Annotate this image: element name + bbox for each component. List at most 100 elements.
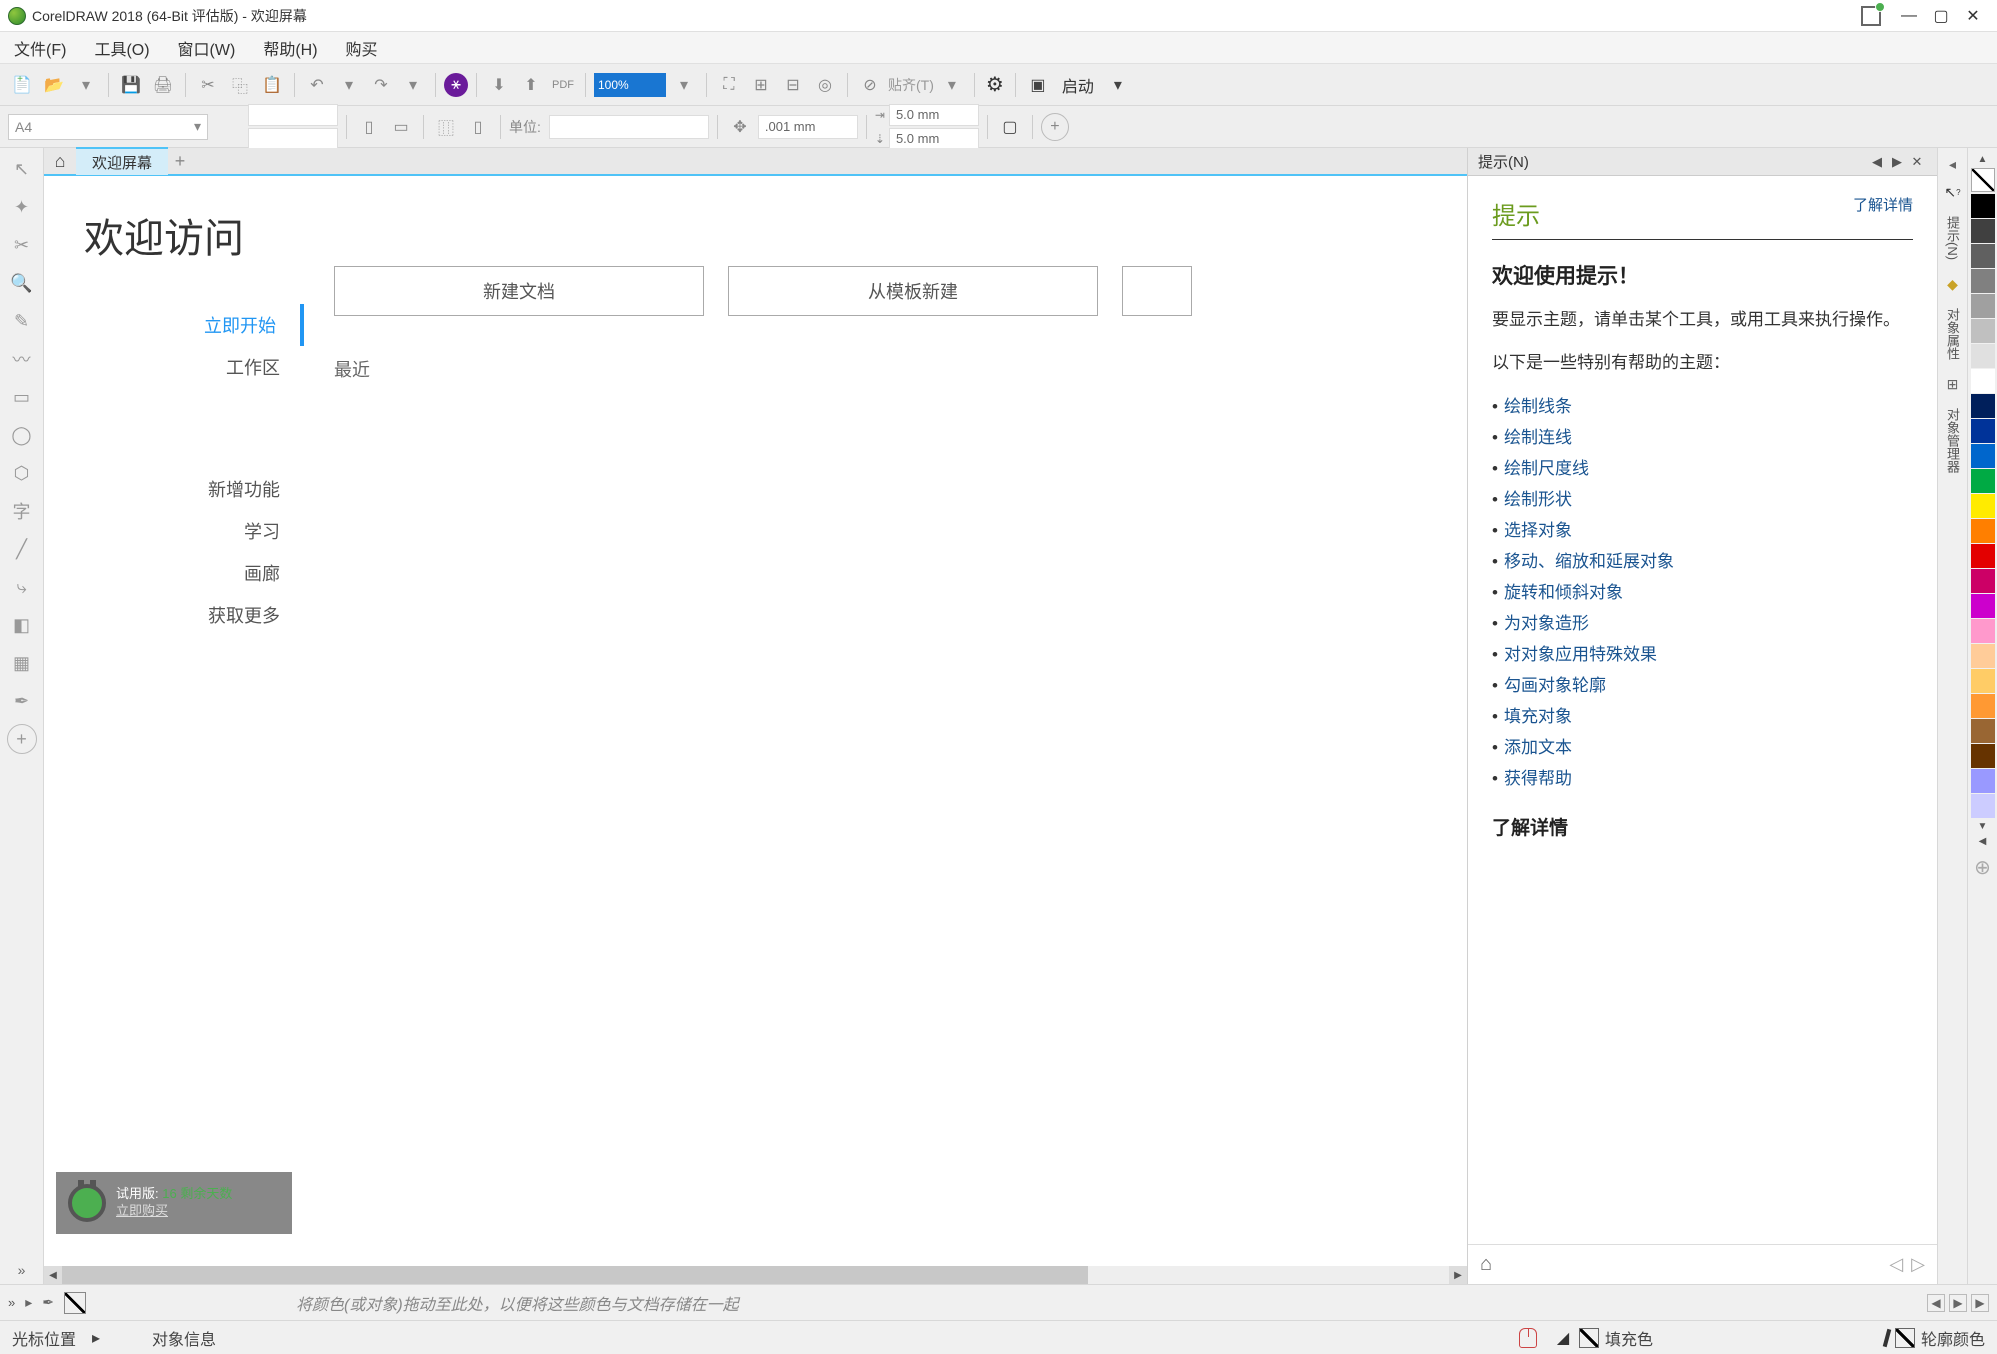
menu-buy[interactable]: 购买 [340, 32, 384, 64]
undo-icon[interactable]: ↶ [303, 71, 331, 99]
third-action-button[interactable] [1122, 266, 1192, 316]
copy-icon[interactable]: ⿻ [226, 71, 254, 99]
hints-link[interactable]: 勾画对象轮廓 [1492, 671, 1913, 696]
open-dropdown-icon[interactable]: ▾ [72, 71, 100, 99]
palette-down-icon[interactable]: ▼ [1978, 821, 1988, 832]
undo-dropdown-icon[interactable]: ▾ [335, 71, 363, 99]
print-icon[interactable]: 🖨 [149, 71, 177, 99]
hints-link[interactable]: 对对象应用特殊效果 [1492, 640, 1913, 665]
palette-swatch[interactable] [1971, 319, 1995, 343]
palette-swatch[interactable] [1971, 769, 1995, 793]
redo-dropdown-icon[interactable]: ▾ [399, 71, 427, 99]
cut-icon[interactable]: ✂ [194, 71, 222, 99]
docpalette-nofill-icon[interactable] [64, 1292, 86, 1314]
menu-window[interactable]: 窗口(W) [172, 32, 242, 64]
status-fill[interactable]: ◢ 填充色 [1553, 1326, 1653, 1350]
docpalette-expand-icon[interactable]: » [8, 1295, 15, 1310]
palette-swatch[interactable] [1971, 744, 1995, 768]
docpalette-pin-icon[interactable]: ▸ [25, 1294, 32, 1311]
page-height-input[interactable] [248, 128, 338, 150]
palette-up-icon[interactable]: ▲ [1978, 154, 1988, 165]
duplicate-x-input[interactable]: 5.0 mm [889, 104, 979, 126]
palette-swatch[interactable] [1971, 219, 1995, 243]
snap-to-label[interactable]: 贴齐(T) [888, 75, 934, 95]
new-doc-icon[interactable]: 📄+ [8, 71, 36, 99]
tab-welcome[interactable]: 欢迎屏幕 [76, 147, 168, 175]
nav-whats-new[interactable]: 新增功能 [44, 468, 304, 510]
nav-get-started[interactable]: 立即开始 [44, 304, 304, 346]
palette-swatch[interactable] [1971, 594, 1995, 618]
palette-swatch[interactable] [1971, 719, 1995, 743]
hints-forward-icon[interactable]: ▷ [1911, 1254, 1925, 1275]
polygon-tool-icon[interactable]: ⬡ [7, 458, 37, 488]
grid-icon[interactable]: ⊟ [779, 71, 807, 99]
hints-link[interactable]: 为对象造形 [1492, 609, 1913, 634]
hints-link[interactable]: 旋转和倾斜对象 [1492, 578, 1913, 603]
ellipse-tool-icon[interactable]: ◯ [7, 420, 37, 450]
landscape-icon[interactable]: ▭ [387, 113, 415, 141]
dock-tab-object-properties[interactable]: 对象属性 [1943, 302, 1962, 366]
fullscreen-icon[interactable]: ⛶ [715, 71, 743, 99]
hints-next-icon[interactable]: ▶ [1887, 154, 1907, 170]
zoom-dropdown-icon[interactable]: ▾ [670, 71, 698, 99]
hints-link[interactable]: 移动、缩放和延展对象 [1492, 547, 1913, 572]
palette-swatch[interactable] [1971, 369, 1995, 393]
palette-swatch[interactable] [1971, 569, 1995, 593]
text-tool-icon[interactable]: 字 [7, 496, 37, 526]
palette-swatch[interactable] [1971, 294, 1995, 318]
zoom-level-input[interactable]: 100% [594, 73, 666, 97]
palette-swatch[interactable] [1971, 244, 1995, 268]
hints-link[interactable]: 绘制尺度线 [1492, 454, 1913, 479]
pick-tool-icon[interactable]: ↖ [7, 154, 37, 184]
nav-get-more[interactable]: 获取更多 [44, 594, 304, 636]
export-icon[interactable]: ⬆ [517, 71, 545, 99]
home-tab-icon[interactable]: ⌂ [44, 147, 76, 175]
shape-tool-icon[interactable]: ✦ [7, 192, 37, 222]
save-icon[interactable]: 💾 [117, 71, 145, 99]
nav-workspace[interactable]: 工作区 [44, 346, 304, 388]
drop-shadow-icon[interactable]: ◧ [7, 610, 37, 640]
portrait-icon[interactable]: ▯ [355, 113, 383, 141]
palette-swatch[interactable] [1971, 469, 1995, 493]
palette-swatch[interactable] [1971, 194, 1995, 218]
horizontal-scrollbar[interactable]: ◀ ▶ [62, 1266, 1449, 1284]
hints-close-icon[interactable]: ✕ [1907, 154, 1927, 170]
palette-swatch[interactable] [1971, 419, 1995, 443]
open-icon[interactable]: 📂 [40, 71, 68, 99]
toolbox-expand-icon[interactable]: » [18, 1262, 26, 1278]
unit-select[interactable] [549, 115, 709, 139]
palette-swatch[interactable] [1971, 344, 1995, 368]
snap-dropdown-icon[interactable]: ▾ [938, 71, 966, 99]
status-cursor-arrow-icon[interactable]: ▸ [92, 1328, 100, 1348]
menu-tools[interactable]: 工具(O) [88, 32, 155, 64]
paper-size-select[interactable]: A4▾ [8, 114, 208, 140]
snap-off-icon[interactable]: ⊘ [856, 71, 884, 99]
docpalette-flyout-icon[interactable]: ▶ [1971, 1294, 1989, 1312]
redo-icon[interactable]: ↷ [367, 71, 395, 99]
hints-link[interactable]: 绘制线条 [1492, 392, 1913, 417]
hints-prev-icon[interactable]: ◀ [1867, 154, 1887, 170]
palette-swatch[interactable] [1971, 444, 1995, 468]
search-content-icon[interactable]: ⚹ [444, 73, 468, 97]
hints-link[interactable]: 选择对象 [1492, 516, 1913, 541]
palette-swatch[interactable] [1971, 644, 1995, 668]
guidelines-icon[interactable]: ◎ [811, 71, 839, 99]
scroll-right-icon[interactable]: ▶ [1449, 1266, 1467, 1284]
hints-home-icon[interactable]: ⌂ [1480, 1253, 1492, 1276]
nav-gallery[interactable]: 画廊 [44, 552, 304, 594]
interactive-fill-icon[interactable]: + [7, 724, 37, 754]
palette-swatch[interactable] [1971, 519, 1995, 543]
palette-nofill-swatch[interactable] [1971, 168, 1995, 192]
scroll-left-icon[interactable]: ◀ [44, 1266, 62, 1284]
add-preset-icon[interactable]: + [1041, 113, 1069, 141]
zoom-tool-icon[interactable]: 🔍 [7, 268, 37, 298]
dock-props-icon[interactable]: ◆ [1943, 274, 1963, 294]
dock-expand-icon[interactable]: ◂ [1943, 154, 1963, 174]
docpalette-right-icon[interactable]: ▶ [1949, 1294, 1967, 1312]
current-page-icon[interactable]: ▯ [464, 113, 492, 141]
menu-help[interactable]: 帮助(H) [257, 32, 323, 64]
eyedropper-icon[interactable]: ✒ [7, 686, 37, 716]
page-width-input[interactable] [248, 104, 338, 126]
rulers-icon[interactable]: ⊞ [747, 71, 775, 99]
palette-swatch[interactable] [1971, 669, 1995, 693]
